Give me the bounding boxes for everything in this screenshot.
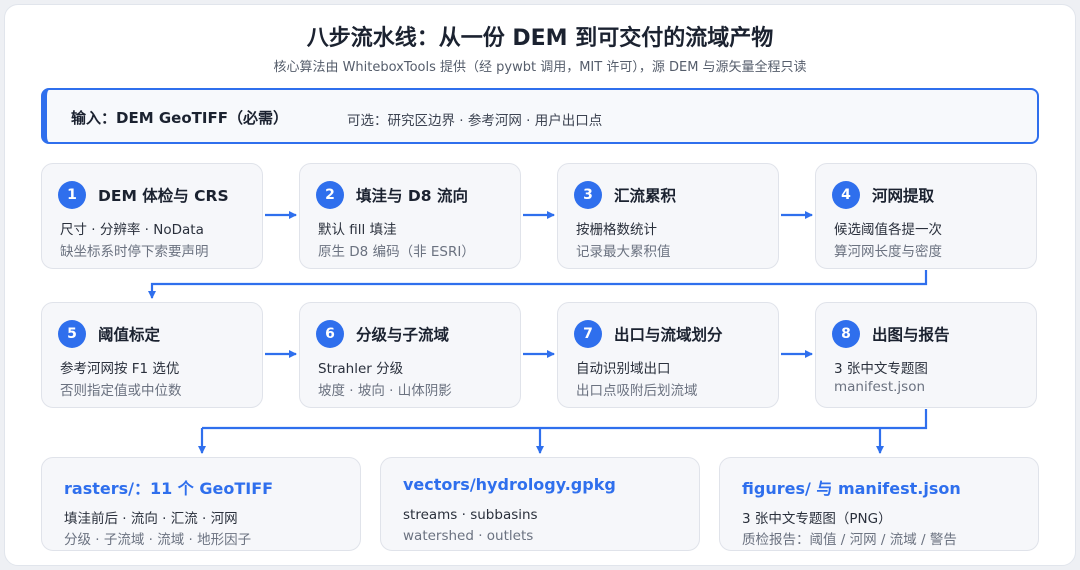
arrow-4-to-5 [148, 270, 928, 299]
connector-arrows [148, 211, 928, 454]
arrow-8-to-outputs [202, 409, 928, 430]
